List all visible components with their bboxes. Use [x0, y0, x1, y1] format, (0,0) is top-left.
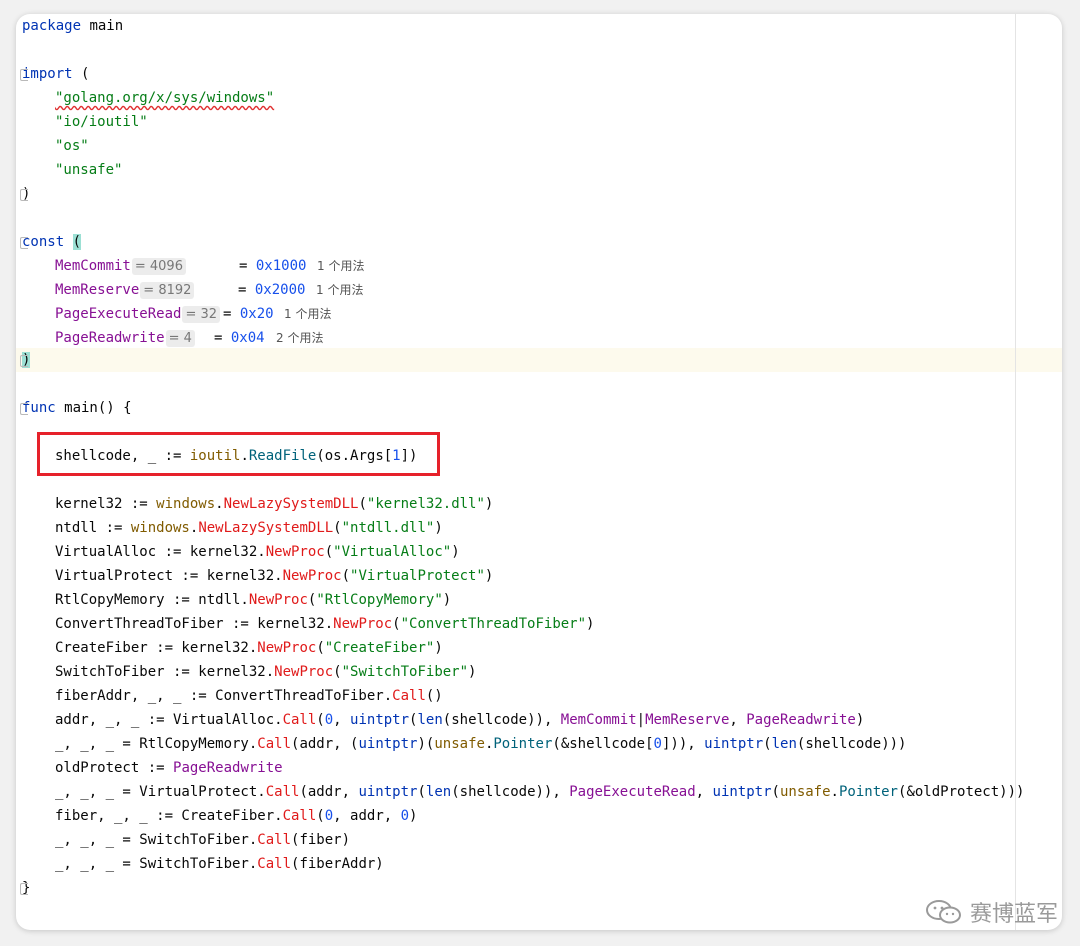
fold-marker-icon[interactable] — [20, 69, 28, 81]
code-line-virtualalloc: VirtualAlloc := kernel32.NewProc("Virtua… — [55, 544, 460, 560]
usage-count[interactable]: 1 个用法 — [316, 278, 363, 302]
fold-marker-icon[interactable] — [20, 237, 28, 249]
inlay-hint: = 8192 — [140, 282, 195, 299]
fold-marker-icon[interactable] — [20, 883, 28, 895]
code-line-createfiber: CreateFiber := kernel32.NewProc("CreateF… — [55, 640, 443, 656]
import-os: "os" — [55, 138, 89, 154]
code-line-kernel32: kernel32 := windows.NewLazySystemDLL("ke… — [55, 496, 494, 512]
import-ioutil: "io/ioutil" — [55, 114, 148, 130]
code-editor: package main import ( "golang.org/x/sys/… — [16, 14, 1062, 930]
usage-count[interactable]: 2 个用法 — [276, 326, 323, 350]
import-windows: "golang.org/x/sys/windows" — [55, 90, 275, 106]
code-line-virtualalloc-call: addr, _, _ := VirtualAlloc.Call(0, uintp… — [55, 712, 865, 728]
code-line-const: const ( — [20, 234, 82, 250]
inlay-hint: = 32 — [182, 306, 221, 323]
code-line-package: package main — [22, 18, 124, 34]
const-memcommit: MemCommit = 4096 = 0x1000 1 个用法 — [55, 254, 364, 278]
wechat-icon — [925, 900, 961, 924]
code-line-createfiber-call: fiber, _, _ := CreateFiber.Call(0, addr,… — [55, 808, 418, 824]
import-unsafe: "unsafe" — [55, 162, 123, 178]
inlay-hint: = 4096 — [131, 258, 186, 275]
code-line-switchtofiber-call: _, _, _ = SwitchToFiber.Call(fiber) — [55, 832, 351, 848]
matched-paren: ( — [72, 234, 82, 250]
fold-marker-icon[interactable] — [20, 355, 28, 367]
code-line-rtlcopymemory: RtlCopyMemory := ntdll.NewProc("RtlCopyM… — [55, 592, 452, 608]
fold-marker-icon[interactable] — [20, 403, 28, 415]
code-line-import-close: ) — [20, 186, 31, 202]
usage-count[interactable]: 1 个用法 — [284, 302, 331, 326]
code-line-rtlcopymemory-call: _, _, _ = RtlCopyMemory.Call(addr, (uint… — [55, 736, 907, 752]
code-line-func-main: func main() { — [20, 400, 132, 416]
code-line-fiberaddr: fiberAddr, _, _ := ConvertThreadToFiber.… — [55, 688, 443, 704]
code-line-const-close: ) — [20, 348, 31, 372]
code-line-import: import ( — [20, 66, 90, 82]
code-line-virtualprotect: VirtualProtect := kernel32.NewProc("Virt… — [55, 568, 494, 584]
const-pageexecuteread: PageExecuteRead = 32 = 0x20 1 个用法 — [55, 302, 331, 326]
code-line-oldprotect: oldProtect := PageReadwrite — [55, 760, 283, 776]
code-line-ntdll: ntdll := windows.NewLazySystemDLL("ntdll… — [55, 520, 443, 536]
code-line-virtualprotect-call: _, _, _ = VirtualProtect.Call(addr, uint… — [55, 784, 1025, 800]
usage-count[interactable]: 1 个用法 — [317, 254, 364, 278]
inlay-hint: = 4 — [165, 330, 195, 347]
code-line-func-close: } — [20, 880, 31, 896]
code-line-convertthreadtofiber: ConvertThreadToFiber := kernel32.NewProc… — [55, 616, 595, 632]
fold-marker-icon[interactable] — [20, 189, 28, 201]
const-pagereadwrite: PageReadwrite = 4 = 0x04 2 个用法 — [55, 326, 323, 350]
watermark: 赛博蓝军 — [924, 896, 1058, 928]
code-line-switchtofiber: SwitchToFiber := kernel32.NewProc("Switc… — [55, 664, 477, 680]
watermark-text: 赛博蓝军 — [969, 902, 1058, 927]
highlight-annotation-box — [37, 432, 440, 476]
code-line-switchtofiber-call-2: _, _, _ = SwitchToFiber.Call(fiberAddr) — [55, 856, 384, 872]
const-memreserve: MemReserve = 8192 = 0x2000 1 个用法 — [55, 278, 363, 302]
